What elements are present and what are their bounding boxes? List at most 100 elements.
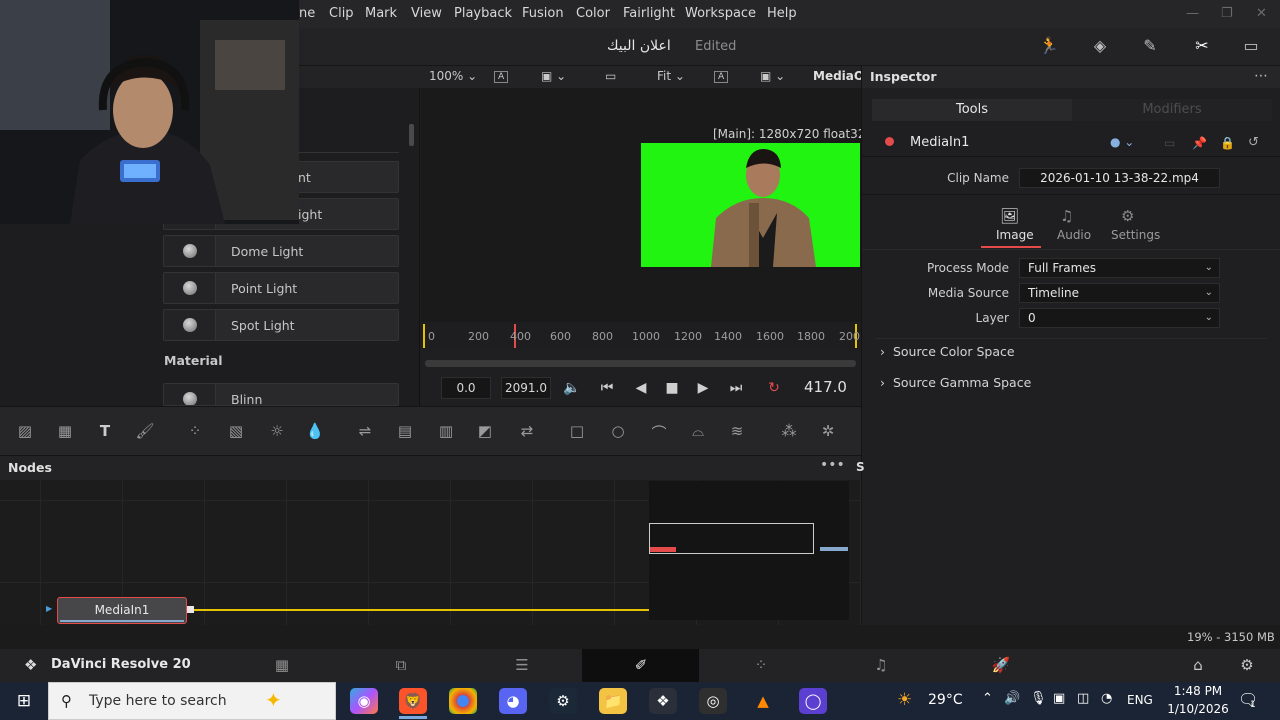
- cut-page-icon[interactable]: ⧉: [389, 656, 413, 676]
- copilot-icon[interactable]: ◉: [350, 688, 378, 714]
- view-option-icon-2[interactable]: ▣ ⌄: [760, 69, 785, 83]
- file-explorer-icon[interactable]: 📁: [599, 688, 627, 714]
- version-dot-icon[interactable]: ● ⌄: [1110, 135, 1134, 149]
- channel-boolean-tool-icon[interactable]: ▥: [435, 422, 457, 442]
- clip-name-field[interactable]: 2026-01-10 13-38-22.mp4: [1019, 168, 1220, 188]
- planar-tracker-icon[interactable]: ✲: [817, 422, 839, 442]
- skip-back-icon[interactable]: ⏮: [596, 377, 618, 399]
- davinci-resolve-icon[interactable]: ❖: [649, 688, 677, 714]
- edit-page-icon[interactable]: ☰: [510, 656, 534, 676]
- language-indicator[interactable]: ENG: [1127, 693, 1153, 707]
- render-start-field[interactable]: 0.0: [441, 377, 491, 399]
- more-options-icon[interactable]: •••: [820, 457, 845, 473]
- versions-icon[interactable]: ▭: [1164, 136, 1175, 150]
- node-output-port[interactable]: [187, 606, 194, 613]
- steam-icon[interactable]: ⚙: [549, 688, 577, 714]
- section-source-color-space[interactable]: › Source Color Space: [880, 344, 1015, 359]
- library-item-blinn[interactable]: Blinn: [163, 383, 399, 406]
- menu-item-clip[interactable]: Clip: [329, 6, 354, 21]
- menu-item-playback[interactable]: Playback: [454, 6, 512, 21]
- audio-icon[interactable]: ♫: [1060, 207, 1073, 225]
- color-page-icon[interactable]: ⁘: [749, 656, 773, 676]
- node-navigator[interactable]: [649, 481, 849, 620]
- loop-icon[interactable]: ↻: [763, 377, 785, 399]
- gear-icon[interactable]: ⚙: [1235, 656, 1259, 676]
- library-scrollbar[interactable]: [409, 124, 414, 146]
- fusion-page-icon[interactable]: ✐: [629, 656, 653, 676]
- zoom-dropdown[interactable]: 100% ⌄: [429, 69, 477, 83]
- roi-icon[interactable]: ▭: [605, 69, 616, 83]
- obs-icon[interactable]: ◎: [699, 688, 727, 714]
- particles-tool-icon[interactable]: ⁘: [184, 422, 206, 442]
- play-reverse-icon[interactable]: ◀: [630, 377, 652, 399]
- skip-forward-icon[interactable]: ⏭: [725, 377, 747, 399]
- tools-icon[interactable]: ✂: [1190, 36, 1214, 58]
- menu-item-file[interactable]: ne: [299, 6, 315, 21]
- background-tool-icon[interactable]: ▨: [14, 422, 36, 442]
- vlc-icon[interactable]: ▲: [749, 688, 777, 714]
- stick-figure-icon[interactable]: 🏃: [1037, 36, 1061, 58]
- image-plane-tool-icon[interactable]: ▦: [54, 422, 76, 442]
- discord-icon[interactable]: ◕: [499, 688, 527, 714]
- wifi-icon[interactable]: ◔: [1101, 691, 1112, 706]
- transform-tool-icon[interactable]: ⇄: [516, 422, 538, 442]
- chrome-icon[interactable]: [449, 688, 477, 714]
- menu-item-view[interactable]: View: [411, 6, 442, 21]
- menu-item-color[interactable]: Color: [576, 6, 610, 21]
- microphone-icon[interactable]: 🎙: [1030, 691, 1047, 706]
- clock-date[interactable]: 1/10/2026: [1162, 702, 1234, 716]
- wave-icon[interactable]: ≋: [726, 422, 748, 442]
- settings-icon[interactable]: ⚙: [1121, 207, 1134, 225]
- monitor-icon[interactable]: ▭: [1239, 36, 1263, 58]
- subtab-audio[interactable]: Audio: [1057, 228, 1091, 242]
- menu-item-mark[interactable]: Mark: [365, 6, 397, 21]
- tab-modifiers[interactable]: Modifiers: [1072, 99, 1272, 121]
- reset-icon[interactable]: ↺: [1248, 135, 1259, 150]
- brightness-tool-icon[interactable]: ☼: [266, 422, 288, 442]
- merge-tool-icon[interactable]: ⇌: [354, 422, 376, 442]
- in-point-marker[interactable]: [423, 324, 425, 348]
- channel-a-button-2[interactable]: A: [714, 71, 729, 83]
- polygon-mask-icon[interactable]: ⌒: [648, 422, 670, 442]
- bspline-mask-icon[interactable]: ⌓: [687, 422, 709, 442]
- tab-tools[interactable]: Tools: [872, 99, 1072, 121]
- weather-temp[interactable]: 29°C: [928, 692, 963, 708]
- network-icon[interactable]: ◫: [1077, 691, 1089, 706]
- windows-start-icon[interactable]: ⊞: [10, 688, 38, 714]
- menu-item-workspace[interactable]: Workspace: [685, 6, 756, 21]
- ellipse-mask-icon[interactable]: ○: [607, 422, 629, 442]
- image-icon[interactable]: 🖼: [1000, 207, 1019, 225]
- restore-button[interactable]: ❐: [1221, 6, 1233, 21]
- menu-item-help[interactable]: Help: [767, 6, 797, 21]
- library-item-dome-light[interactable]: Dome Light: [163, 235, 399, 267]
- display-icon[interactable]: ▣: [1053, 691, 1065, 706]
- subtab-settings[interactable]: Settings: [1111, 228, 1160, 242]
- audio-icon[interactable]: 🔈: [561, 377, 583, 399]
- process-mode-dropdown[interactable]: Full Frames ⌄: [1019, 258, 1220, 278]
- minimize-button[interactable]: —: [1186, 6, 1199, 21]
- tracker-tool-icon[interactable]: ⁂: [778, 422, 800, 442]
- deliver-page-icon[interactable]: 🚀: [989, 656, 1013, 676]
- fit-dropdown[interactable]: Fit ⌄: [657, 69, 685, 83]
- color-drop-tool-icon[interactable]: 💧: [304, 422, 326, 442]
- fast-noise-tool-icon[interactable]: ▧: [225, 422, 247, 442]
- tray-chevron-icon[interactable]: ⌃: [982, 691, 993, 706]
- home-icon[interactable]: ⌂: [1186, 656, 1210, 676]
- channel-a-button[interactable]: A: [494, 71, 509, 83]
- layer-dropdown[interactable]: 0 ⌄: [1019, 308, 1220, 328]
- pin-icon[interactable]: 📌: [1192, 136, 1207, 150]
- more-options-icon[interactable]: ⋯: [1254, 68, 1268, 84]
- app-icon[interactable]: ◯: [799, 688, 827, 714]
- matte-tool-icon[interactable]: ▤: [394, 422, 416, 442]
- text-tool-icon[interactable]: T: [94, 422, 116, 442]
- effects-icon[interactable]: ✎: [1138, 36, 1162, 58]
- taskbar-search-box[interactable]: ⚲ Type here to search ✦: [48, 682, 336, 720]
- render-end-field[interactable]: 2091.0: [501, 377, 551, 399]
- media-page-icon[interactable]: ▦: [270, 656, 294, 676]
- view-option-icon[interactable]: ▣ ⌄: [541, 69, 566, 83]
- subtab-image[interactable]: Image: [996, 228, 1034, 242]
- brave-browser-icon[interactable]: 🦁: [399, 688, 427, 714]
- close-button[interactable]: ✕: [1256, 6, 1267, 21]
- paint-tool-icon[interactable]: 🖌: [134, 422, 156, 442]
- media-source-dropdown[interactable]: Timeline ⌄: [1019, 283, 1220, 303]
